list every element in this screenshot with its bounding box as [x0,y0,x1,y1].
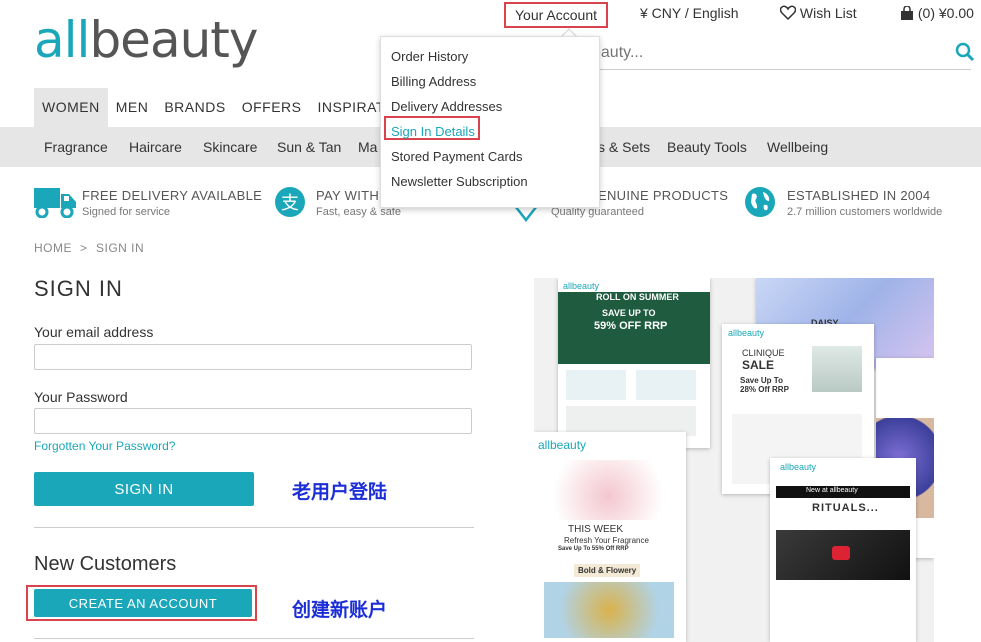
promo-card-rituals: allbeauty New at allbeauty RITUALS... [770,458,916,642]
promo-card-summer: allbeauty ROLL ON SUMMER SAVE UP TO 59% … [558,278,710,448]
search-icon [955,42,975,62]
nav-brands[interactable]: BRANDS [156,88,233,128]
nav-men[interactable]: MEN [108,88,157,128]
breadcrumb-home[interactable]: HOME [34,241,72,255]
banner-headline: ROLL ON SUMMER [596,292,679,302]
password-field[interactable] [34,408,472,434]
feature-subtitle: Signed for service [82,206,171,218]
sign-in-annotation: 老用户登陆 [292,481,388,503]
search-underline [590,69,971,70]
delivery-truck-icon [33,186,77,223]
menu-stored-payment-cards[interactable]: Stored Payment Cards [391,149,523,164]
clinique-save: Save Up To [740,376,783,385]
section-divider [34,638,474,639]
menu-billing-address[interactable]: Billing Address [391,74,476,89]
subnav-wellbeing[interactable]: Wellbeing [767,127,828,167]
email-field[interactable] [34,344,472,370]
clinique-brand: CLINIQUE [742,348,785,358]
alipay-icon: 支 [274,186,306,223]
subnav-beauty-tools[interactable]: Beauty Tools [667,127,747,167]
promo-card-fragrance: allbeauty THIS WEEK Refresh Your Fragran… [534,432,686,642]
bold-flowery-label: Bold & Flowery [574,564,641,577]
basket-link[interactable]: (0) ¥0.00 [900,5,974,21]
rituals-logo: RITUALS... [812,502,879,514]
product-tile [636,370,696,400]
search-button[interactable] [955,42,975,67]
clinique-sale: SALE [742,358,775,372]
new-at-allbeauty: New at allbeauty [806,487,858,494]
play-button[interactable] [832,546,850,560]
create-account-annotation: 创建新账户 [292,599,388,621]
allbeauty-logo[interactable]: allbeauty [34,10,258,70]
account-dropdown-menu: Order History Billing Address Delivery A… [380,36,600,208]
main-nav: WOMEN MEN BRANDS OFFERS INSPIRATI [34,88,397,128]
banner-discount: 59% OFF RRP [594,320,668,332]
subnav-haircare[interactable]: Haircare [129,127,182,167]
password-label: Your Password [34,389,128,405]
menu-sign-in-details[interactable]: Sign In Details [391,124,475,139]
week-save: Save Up To 55% Off RRP [558,546,629,552]
your-account-link[interactable]: Your Account [504,2,608,28]
feature-title: ESTABLISHED IN 2004 [787,188,931,203]
product-photo [812,346,862,392]
wishlist-label: Wish List [799,5,857,21]
week-refresh: Refresh Your Fragrance [564,536,649,545]
heart-icon [779,5,797,21]
section-divider [34,527,474,528]
globe-icon [744,186,776,223]
subnav-sun-tan[interactable]: Sun & Tan [277,127,341,167]
svg-text:支: 支 [281,193,299,214]
nav-women[interactable]: WOMEN [34,88,108,128]
week-headline: THIS WEEK [568,524,624,535]
menu-order-history[interactable]: Order History [391,49,468,64]
breadcrumb-separator: > [80,241,88,255]
feature-title: ENUINE PRODUCTS [598,188,729,203]
search-input[interactable] [590,40,944,66]
forgot-password-link[interactable]: Forgotten Your Password? [34,439,175,453]
basket-total: (0) ¥0.00 [917,5,974,21]
card-logo: allbeauty [538,438,587,452]
subnav-makeup[interactable]: Ma [358,127,377,167]
subnav-gifts-sets[interactable]: s & Sets [598,127,650,167]
menu-delivery-addresses[interactable]: Delivery Addresses [391,99,502,114]
clinique-discount: 28% Off RRP [740,385,789,394]
new-customers-title: New Customers [34,553,177,575]
sign-in-button[interactable]: SIGN IN [34,472,254,506]
wishlist-link[interactable]: Wish List [779,5,857,21]
currency-language-selector[interactable]: ¥ CNY / English [640,5,739,21]
email-label: Your email address [34,324,154,340]
nav-offers[interactable]: OFFERS [234,88,310,128]
subnav-fragrance[interactable]: Fragrance [44,127,108,167]
menu-newsletter-subscription[interactable]: Newsletter Subscription [391,174,528,189]
card-logo: allbeauty [780,462,817,472]
breadcrumb-current: SIGN IN [96,241,145,255]
perfume-photo [538,460,678,520]
product-tile [566,370,626,400]
feature-subtitle: 2.7 million customers worldwide [787,206,943,218]
newsletter-collage-image: DAISY allbeauty ROLL ON SUMMER SAVE UP T… [534,278,934,642]
card-logo: allbeauty [728,328,765,338]
create-account-button[interactable]: CREATE AN ACCOUNT [34,589,252,617]
banner-save: SAVE UP TO [602,308,656,318]
subnav-skincare[interactable]: Skincare [203,127,257,167]
card-logo: allbeauty [563,281,600,291]
sign-in-title: SIGN IN [34,276,123,301]
feature-title: FREE DELIVERY AVAILABLE [82,188,263,203]
shopping-bag-icon [901,5,913,20]
flower-perfume-photo [544,582,674,638]
